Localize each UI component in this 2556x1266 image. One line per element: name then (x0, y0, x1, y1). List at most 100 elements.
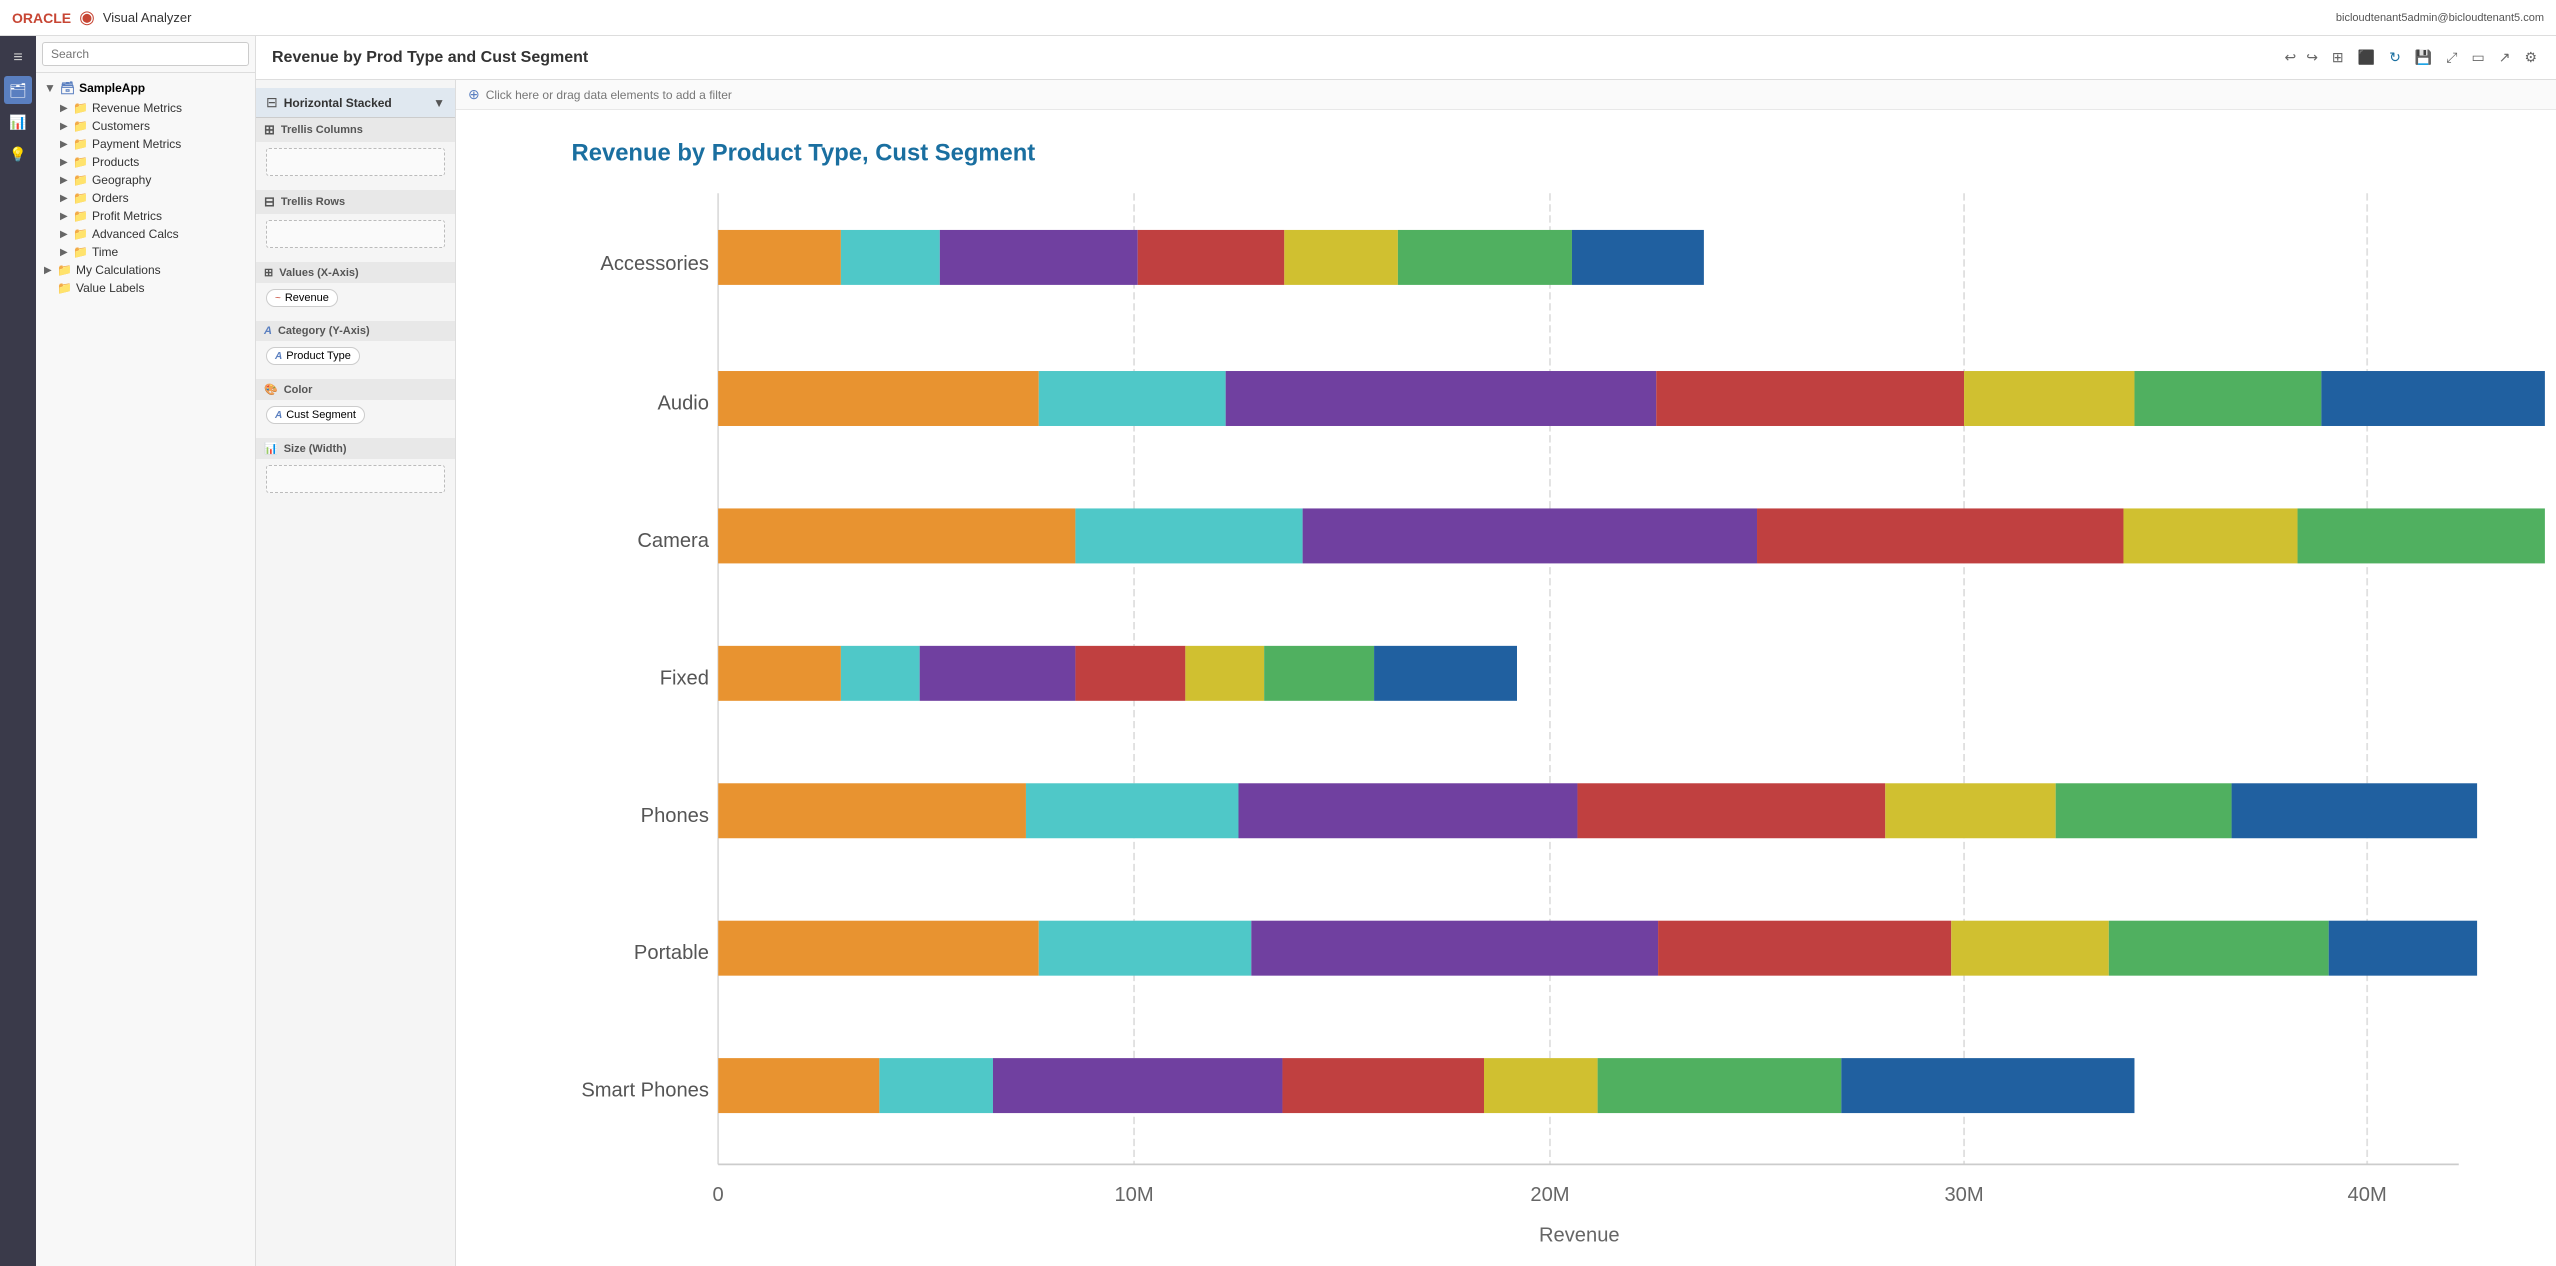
y-label-fixed: Fixed (660, 667, 709, 689)
folder-icon: 📁 (73, 209, 88, 223)
present-icon[interactable]: ▭ (2468, 46, 2487, 69)
sidebar-icon-menu[interactable]: ≡ (4, 44, 32, 72)
trellis-cols-icon: ⊞ (264, 122, 275, 138)
bar-fixed-1 (841, 646, 920, 701)
trellis-rows-header[interactable]: ⊟ Trellis Rows (256, 190, 455, 214)
bar-accessories-1 (841, 230, 940, 285)
main-layout: ≡ 🗂 📊 💡 ▼ 🗃 SampleApp ▶ 📁 Revenue Metric… (0, 36, 2556, 1266)
category-yaxis-header[interactable]: A Category (Y-Axis) (256, 321, 455, 341)
bar-camera-1 (1075, 508, 1302, 563)
bar-portable-1 (1039, 921, 1252, 976)
bar-fixed-3 (1075, 646, 1185, 701)
item-arrow: ▶ (60, 157, 70, 168)
save-icon[interactable]: 💾 (2412, 46, 2435, 69)
folder-icon: 📁 (57, 263, 72, 277)
filter-placeholder: Click here or drag data elements to add … (486, 88, 732, 102)
bar-camera-5 (2298, 508, 2545, 563)
app-name: Visual Analyzer (103, 10, 192, 25)
oracle-logo: ORACLE ◉ Visual Analyzer (12, 7, 192, 28)
oracle-swoosh: ◉ (79, 7, 95, 28)
color-label: Color (284, 384, 313, 396)
tree-item-customers[interactable]: ▶ 📁 Customers (36, 117, 255, 135)
size-drop-zone[interactable] (266, 465, 445, 493)
tree-item-value-labels[interactable]: ▶ 📁 Value Labels (36, 279, 255, 297)
settings-icon[interactable]: ⚙ (2521, 46, 2540, 69)
bar-audio-2 (1226, 371, 1657, 426)
bar-camera-2 (1303, 508, 1757, 563)
icon-sidebar: ≡ 🗂 📊 💡 (0, 36, 36, 1266)
export-icon[interactable]: ⬛ (2355, 46, 2378, 69)
bar-portable-4 (1951, 921, 2109, 976)
item-arrow: ▶ (60, 139, 70, 150)
sidebar-icon-lightbulb[interactable]: 💡 (4, 140, 32, 168)
fullscreen-icon[interactable]: ⤢ (2443, 46, 2460, 69)
trellis-columns-drop-zone[interactable] (266, 148, 445, 176)
chart-type-icon-display: ⊟ (266, 94, 278, 111)
bar-smartphones-3 (1282, 1058, 1484, 1113)
pill-revenue[interactable]: ~ Revenue (266, 289, 338, 307)
bar-audio-6 (2321, 371, 2545, 426)
tree-item-geography[interactable]: ▶ 📁 Geography (36, 171, 255, 189)
tree-item-time[interactable]: ▶ 📁 Time (36, 243, 255, 261)
bar-camera-6 (2545, 508, 2546, 563)
item-arrow: ▶ (60, 103, 70, 114)
chart-type-selector[interactable]: ⊟ Horizontal Stacked ▼ (256, 88, 455, 118)
filter-bar[interactable]: ⊕ Click here or drag data elements to ad… (456, 80, 2556, 110)
chart-svg: Revenue by Product Type, Cust Segment (466, 120, 2546, 1256)
x-tick-20m: 20M (1530, 1184, 1569, 1206)
tree-root-item[interactable]: ▼ 🗃 SampleApp (36, 77, 255, 99)
folder-icon: 📁 (73, 101, 88, 115)
item-label: Payment Metrics (92, 137, 181, 151)
trellis-rows-icon: ⊟ (264, 194, 275, 210)
item-label: Products (92, 155, 139, 169)
tree-item-payment-metrics[interactable]: ▶ 📁 Payment Metrics (36, 135, 255, 153)
bar-audio-5 (2134, 371, 2321, 426)
color-header[interactable]: 🎨 Color (256, 379, 455, 400)
search-input[interactable] (42, 42, 249, 66)
trellis-rows-drop-zone[interactable] (266, 220, 445, 248)
bar-phones-3 (1577, 783, 1885, 838)
bar-audio-3 (1656, 371, 1964, 426)
refresh-icon[interactable]: ↻ (2386, 46, 2404, 69)
bar-phones-6 (2232, 783, 2505, 838)
folder-icon: 📁 (73, 227, 88, 241)
bar-accessories-3 (1138, 230, 1285, 285)
content-area: Revenue by Prod Type and Cust Segment ↩ … (256, 36, 2556, 1266)
grammar-section-size: 📊 Size (Width) (256, 438, 455, 499)
grammar-panel: ⊟ Horizontal Stacked ▼ ⊞ Trellis Columns (256, 80, 456, 1266)
grammar-section-category: A Category (Y-Axis) A Product Type (256, 321, 455, 371)
nav-arrows: ↩ ↪ (2281, 46, 2320, 69)
item-arrow: ▶ (60, 175, 70, 186)
chart-type-dropdown-icon: ▼ (433, 96, 445, 110)
size-header[interactable]: 📊 Size (Width) (256, 438, 455, 459)
tree-item-profit-metrics[interactable]: ▶ 📁 Profit Metrics (36, 207, 255, 225)
bar-phones-5 (2056, 783, 2232, 838)
chart-type-icon[interactable]: ⊞ (2329, 46, 2347, 69)
tree-item-products[interactable]: ▶ 📁 Products (36, 153, 255, 171)
item-label: Customers (92, 119, 150, 133)
pill-cust-segment-label: Cust Segment (286, 409, 356, 421)
redo-button[interactable]: ↪ (2303, 46, 2321, 69)
values-xaxis-body: ~ Revenue (256, 283, 455, 313)
pill-cust-segment[interactable]: A Cust Segment (266, 406, 365, 424)
item-arrow: ▶ (60, 121, 70, 132)
tree-item-advanced-calcs[interactable]: ▶ 📁 Advanced Calcs (36, 225, 255, 243)
grammar-section-trellis-rows: ⊟ Trellis Rows (256, 190, 455, 254)
undo-button[interactable]: ↩ (2281, 46, 2299, 69)
tree-item-orders[interactable]: ▶ 📁 Orders (36, 189, 255, 207)
tree-item-my-calculations[interactable]: ▶ 📁 My Calculations (36, 261, 255, 279)
sidebar-icon-chart[interactable]: 📊 (4, 108, 32, 136)
bar-fixed-6 (1374, 646, 1517, 701)
tree-item-revenue-metrics[interactable]: ▶ 📁 Revenue Metrics (36, 99, 255, 117)
bar-audio-4 (1964, 371, 2134, 426)
share-icon[interactable]: ↗ (2496, 46, 2514, 69)
pill-product-type[interactable]: A Product Type (266, 347, 360, 365)
trellis-columns-header[interactable]: ⊞ Trellis Columns (256, 118, 455, 142)
folder-icon: 📁 (73, 245, 88, 259)
folder-icon: 📁 (73, 137, 88, 151)
folder-icon: 📁 (57, 281, 72, 295)
trellis-columns-label: Trellis Columns (281, 124, 363, 136)
bar-smartphones-0 (718, 1058, 879, 1113)
values-xaxis-header[interactable]: ⊞ Values (X-Axis) (256, 262, 455, 283)
sidebar-icon-data[interactable]: 🗂 (4, 76, 32, 104)
